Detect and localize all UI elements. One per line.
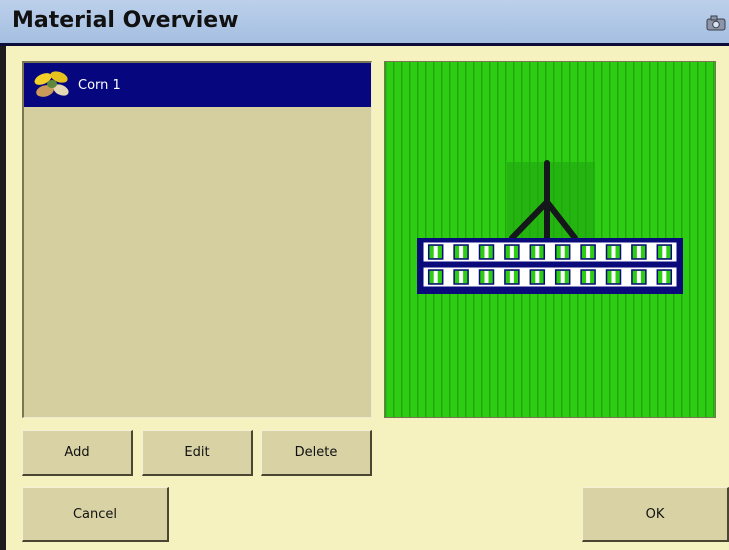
row-unit-seed (535, 246, 540, 258)
row-unit-seed (611, 246, 616, 258)
cancel-button[interactable]: Cancel (22, 487, 169, 542)
implement-preview (384, 61, 716, 418)
row-unit-seed (484, 271, 489, 283)
row-unit-seed (636, 271, 641, 283)
camera-icon[interactable] (705, 14, 727, 32)
row-unit-seed (611, 271, 616, 283)
seed-icon (34, 71, 69, 97)
row-unit-seed (535, 271, 540, 283)
row-unit-seed (586, 246, 591, 258)
row-unit-seed (560, 246, 565, 258)
window-frame (0, 46, 6, 550)
window-title: Material Overview (12, 8, 239, 33)
row-unit-seed (636, 246, 641, 258)
material-list[interactable]: Corn 1 (22, 61, 372, 418)
delete-button[interactable]: Delete (261, 430, 372, 476)
row-unit-seed (509, 246, 514, 258)
field-canvas (385, 62, 715, 417)
ok-button[interactable]: OK (582, 487, 729, 542)
edit-button[interactable]: Edit (142, 430, 253, 476)
row-unit-seed (560, 271, 565, 283)
material-list-item[interactable]: Corn 1 (24, 63, 371, 107)
row-unit-seed (459, 271, 464, 283)
row-unit-seed (509, 271, 514, 283)
row-unit-seed (586, 271, 591, 283)
row-unit-seed (662, 246, 667, 258)
material-name: Corn 1 (78, 77, 121, 93)
add-button[interactable]: Add (22, 430, 133, 476)
title-bar: Material Overview (0, 0, 729, 46)
row-unit-seed (662, 271, 667, 283)
row-unit-seed (484, 246, 489, 258)
row-unit-seed (433, 271, 438, 283)
row-unit-seed (459, 246, 464, 258)
row-unit-seed (433, 246, 438, 258)
